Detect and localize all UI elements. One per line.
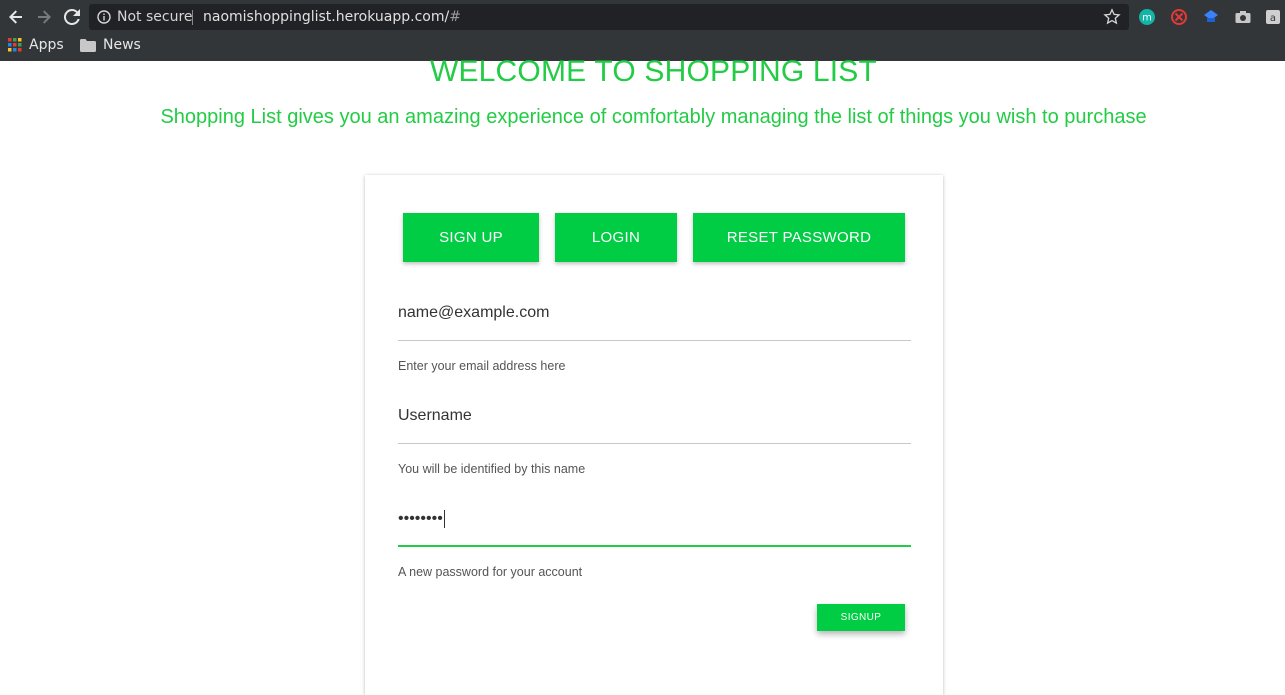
auth-card: SIGN UP LOGIN RESET PASSWORD name@exampl… <box>365 175 943 695</box>
email-input[interactable]: name@example.com <box>398 304 549 322</box>
password-underline-focused <box>398 545 911 547</box>
login-tab-button[interactable]: LOGIN <box>555 213 677 262</box>
bookmark-apps[interactable]: Apps <box>8 37 64 53</box>
email-underline <box>398 340 911 341</box>
signup-tab-button[interactable]: SIGN UP <box>403 213 539 262</box>
url-separator <box>192 10 193 25</box>
info-icon[interactable] <box>97 10 111 24</box>
back-icon[interactable] <box>3 4 29 30</box>
username-input[interactable]: Username <box>398 407 472 425</box>
url-hash: # <box>449 9 461 25</box>
camera-extension-icon[interactable] <box>1233 7 1253 27</box>
svg-text:m: m <box>1142 13 1152 24</box>
a-extension-icon[interactable]: a <box>1263 7 1283 27</box>
page-title: WELCOME TO SHOPPING LIST <box>429 55 878 88</box>
svg-text:a: a <box>1270 13 1276 24</box>
apps-grid-icon <box>8 38 22 52</box>
signup-submit-button[interactable]: SIGNUP <box>817 604 905 631</box>
browser-chrome: Not secure naomishoppinglist.herokuapp.c… <box>0 0 1285 61</box>
blue-extension-icon[interactable] <box>1201 7 1221 27</box>
url-host: naomishoppinglist.herokuapp.com/ <box>203 9 450 25</box>
reload-icon[interactable] <box>59 4 85 30</box>
address-bar[interactable]: Not secure naomishoppinglist.herokuapp.c… <box>89 4 1129 30</box>
page-subtitle: Shopping List gives you an amazing exper… <box>160 106 1147 128</box>
bookmark-apps-label: Apps <box>29 37 64 53</box>
email-help-text: Enter your email address here <box>398 359 566 373</box>
url-text[interactable]: naomishoppinglist.herokuapp.com/# <box>203 9 461 25</box>
text-caret <box>443 510 445 528</box>
blocker-extension-icon[interactable] <box>1169 7 1189 27</box>
reset-password-tab-button[interactable]: RESET PASSWORD <box>693 213 905 262</box>
bookmark-news[interactable]: News <box>80 37 141 53</box>
bookmark-news-label: News <box>103 37 141 53</box>
password-help-text: A new password for your account <box>398 565 583 579</box>
forward-icon[interactable] <box>31 4 57 30</box>
username-help-text: You will be identified by this name <box>398 462 586 476</box>
username-underline <box>398 443 911 444</box>
password-dots: •••••••• <box>398 510 443 528</box>
folder-icon <box>80 38 96 52</box>
security-label: Not secure <box>117 9 193 25</box>
bookmark-star-icon[interactable] <box>1103 8 1121 26</box>
password-input[interactable]: •••••••• <box>398 510 445 528</box>
m-extension-icon[interactable]: m <box>1137 7 1157 27</box>
